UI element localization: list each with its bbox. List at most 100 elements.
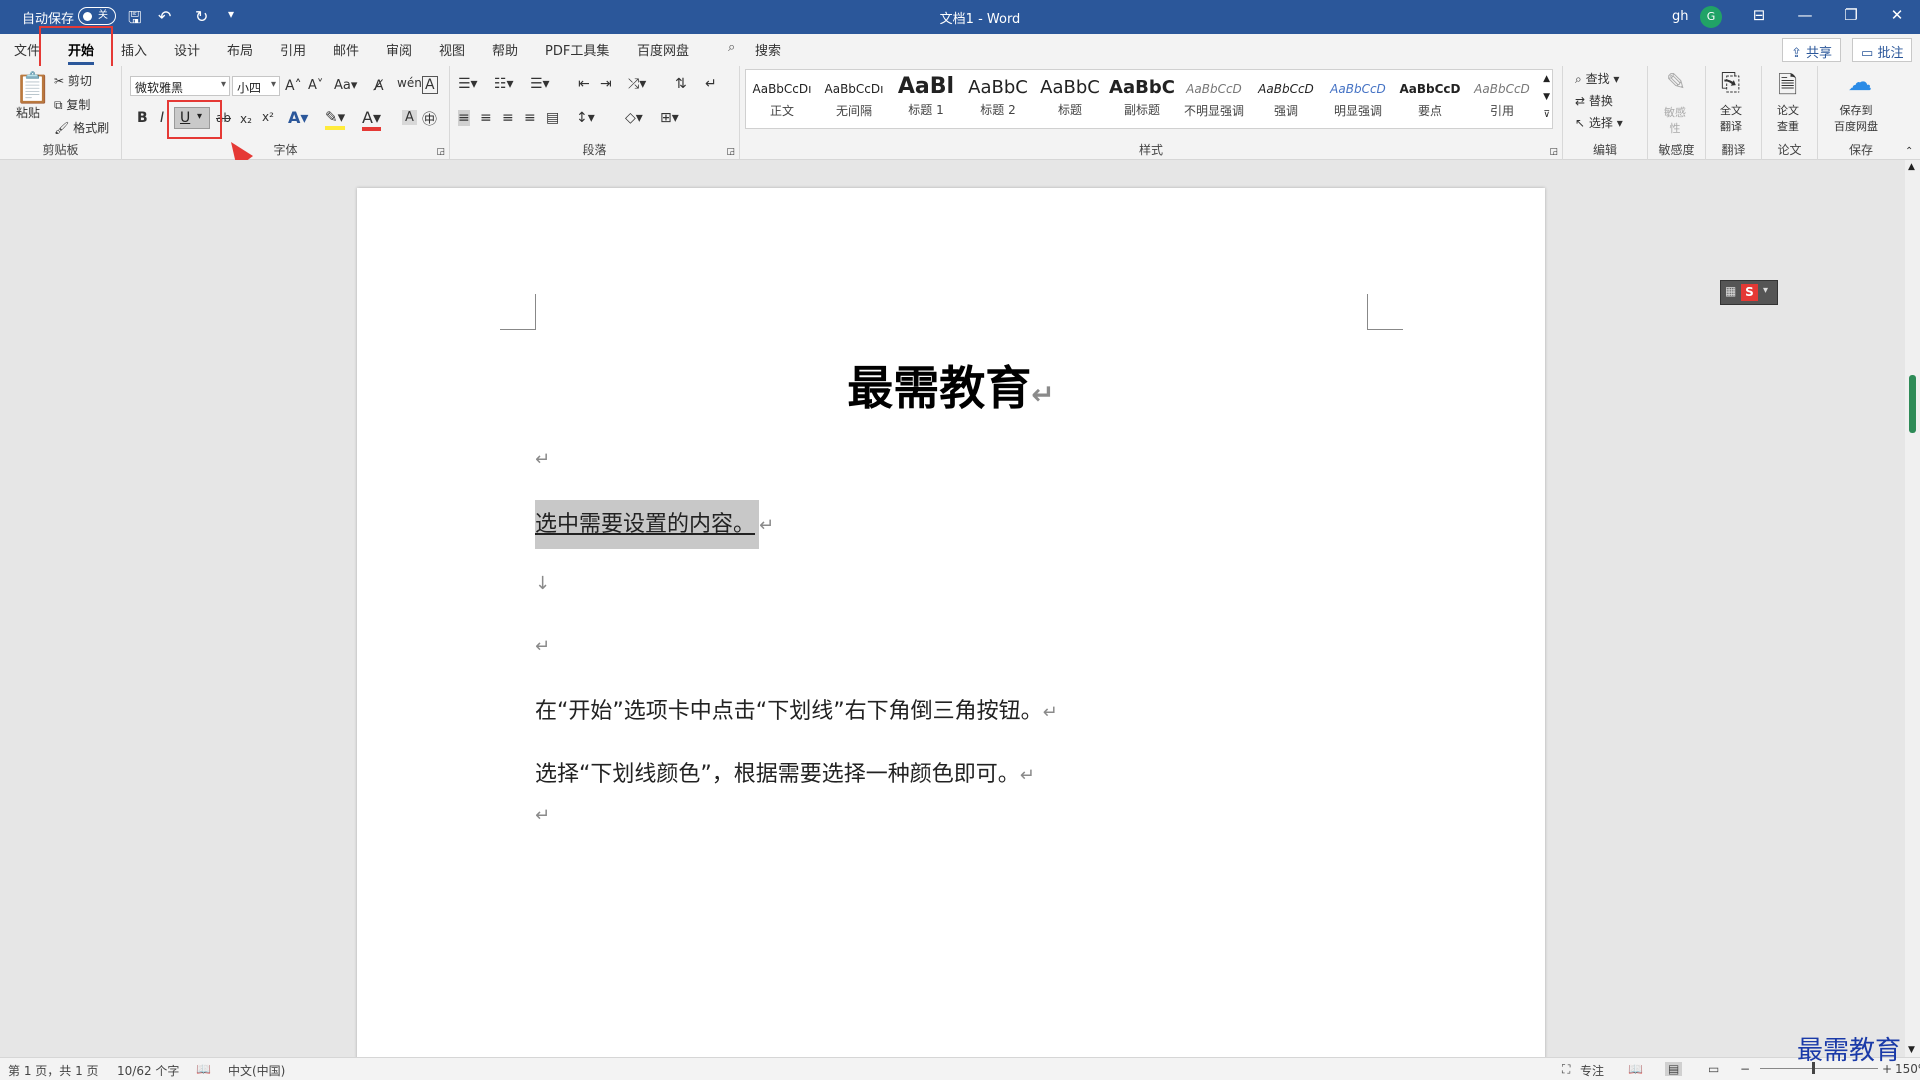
tab-file[interactable]: 文件 <box>14 40 40 59</box>
cut-button[interactable]: ✂ 剪切 <box>54 72 92 89</box>
align-right-icon[interactable]: ≡ <box>502 110 514 126</box>
keyboard-icon[interactable]: ▦ <box>1725 284 1736 298</box>
tab-review[interactable]: 审阅 <box>386 40 412 59</box>
sensitivity-button[interactable]: 敏感 性 <box>1664 104 1686 136</box>
gallery-scroll-up-icon[interactable]: ▲ <box>1543 74 1550 84</box>
style-intense-emphasis[interactable]: AaBbCcD 明显强调 <box>1322 70 1394 126</box>
style-subtle-emphasis[interactable]: AaBbCcD 不明显强调 <box>1178 70 1250 126</box>
close-icon[interactable]: ✕ <box>1882 6 1912 24</box>
document-heading[interactable]: 最需教育↵ <box>357 352 1545 418</box>
collapse-ribbon-icon[interactable]: ⌃ <box>1905 146 1913 157</box>
show-marks-icon[interactable]: ↵ <box>705 76 717 92</box>
instruction-paragraph-1[interactable]: 在“开始”选项卡中点击“下划线”右下角倒三角按钮。↵ <box>535 693 1058 725</box>
sogou-icon[interactable]: S <box>1741 284 1758 301</box>
tab-baidu-netdisk[interactable]: 百度网盘 <box>637 40 689 59</box>
tab-pdf-tools[interactable]: PDF工具集 <box>545 40 609 59</box>
shading-icon[interactable]: ◇▾ <box>625 110 643 126</box>
gallery-more-icon[interactable]: ⊽ <box>1543 110 1550 120</box>
text-effects-icon[interactable]: A▾ <box>288 108 308 127</box>
selected-paragraph[interactable]: 选中需要设置的内容。 ↵ <box>535 500 774 549</box>
align-left-icon[interactable]: ≡ <box>458 110 470 126</box>
enclose-characters-icon[interactable]: ㊥ <box>422 108 437 129</box>
tab-mailings[interactable]: 邮件 <box>333 40 359 59</box>
bold-button[interactable]: B <box>137 110 148 126</box>
shrink-font-icon[interactable]: A˅ <box>308 78 323 93</box>
find-button[interactable]: ⌕ 查找 ▾ <box>1575 70 1619 87</box>
paper-check-button[interactable]: 论文 查重 <box>1777 102 1799 134</box>
selected-text[interactable]: 选中需要设置的内容。 <box>535 500 760 549</box>
chevron-down-icon[interactable]: ▾ <box>1763 285 1768 296</box>
phonetic-guide-icon[interactable]: wén <box>397 76 422 90</box>
translate-icon[interactable]: ⎘ <box>1721 68 1740 96</box>
baidu-cloud-icon[interactable]: ☁ <box>1848 68 1872 96</box>
search-box[interactable]: 搜索 <box>755 40 781 59</box>
style-strong[interactable]: AaBbCcD 要点 <box>1394 70 1466 126</box>
avatar[interactable]: G <box>1700 6 1722 28</box>
empty-paragraph[interactable]: ↵ <box>535 802 550 827</box>
scroll-thumb[interactable] <box>1909 375 1916 433</box>
tab-insert[interactable]: 插入 <box>121 40 147 59</box>
chinese-layout-icon[interactable]: ⤮▾ <box>628 76 646 92</box>
focus-mode[interactable]: 专注 <box>1580 1062 1604 1079</box>
share-button[interactable]: ⇪ 共享 <box>1782 38 1842 62</box>
vertical-scrollbar[interactable]: ▲ ▼ <box>1905 160 1920 1057</box>
word-count[interactable]: 10/62 个字 <box>117 1062 179 1079</box>
select-button[interactable]: ↖ 选择 ▾ <box>1575 114 1623 131</box>
copy-button[interactable]: ⧉ 复制 <box>54 96 90 113</box>
line-break-paragraph[interactable]: ↓ <box>535 570 550 595</box>
subscript-button[interactable]: x₂ <box>240 112 252 126</box>
replace-button[interactable]: ⇄ 替换 <box>1575 92 1613 109</box>
dialog-launcher-icon[interactable]: ◲ <box>726 147 735 157</box>
style-heading-2[interactable]: AaBbC 标题 2 <box>962 70 1034 126</box>
autosave-toggle[interactable]: 关 <box>78 7 116 25</box>
dialog-launcher-icon[interactable]: ◲ <box>436 147 445 157</box>
customize-qat-icon[interactable]: ▾ <box>228 7 234 21</box>
bullets-icon[interactable]: ☰▾ <box>458 76 478 92</box>
style-no-spacing[interactable]: AaBbCcDı 无间隔 <box>818 70 890 126</box>
tab-help[interactable]: 帮助 <box>492 40 518 59</box>
document-page[interactable]: 最需教育↵ ↵ 选中需要设置的内容。 ↵ ↓ ↵ 在“开始”选项卡中点击“下划线”… <box>357 188 1545 1068</box>
comments-button[interactable]: ▭ 批注 <box>1852 38 1913 62</box>
print-layout-icon[interactable]: ▤ <box>1665 1062 1683 1076</box>
redo-icon[interactable]: ↻ <box>195 7 208 26</box>
font-color-icon[interactable]: A▾ <box>362 108 381 131</box>
align-center-icon[interactable]: ≡ <box>480 110 492 126</box>
save-icon[interactable]: 🖫 <box>128 7 142 34</box>
style-normal[interactable]: AaBbCcDı 正文 <box>746 70 818 126</box>
font-name-select[interactable]: 微软雅黑 ▾ <box>130 76 230 96</box>
increase-indent-icon[interactable]: ⇥ <box>600 76 612 92</box>
character-border-icon[interactable]: A <box>422 76 438 94</box>
web-layout-icon[interactable]: ▭ <box>1708 1062 1719 1076</box>
style-quote[interactable]: AaBbCcD 引用 <box>1466 70 1538 126</box>
change-case-icon[interactable]: Aa▾ <box>334 78 357 93</box>
proofing-icon[interactable]: 📖 <box>196 1062 211 1076</box>
tab-design[interactable]: 设计 <box>174 40 200 59</box>
line-spacing-icon[interactable]: ↕▾ <box>576 110 595 126</box>
gallery-scroll-down-icon[interactable]: ▼ <box>1543 92 1550 102</box>
tab-view[interactable]: 视图 <box>439 40 465 59</box>
scroll-up-icon[interactable]: ▲ <box>1908 162 1915 172</box>
borders-icon[interactable]: ⊞▾ <box>660 110 679 126</box>
sensitivity-icon[interactable]: ✎ <box>1666 68 1686 96</box>
tab-references[interactable]: 引用 <box>280 40 306 59</box>
justify-icon[interactable]: ≡ <box>524 110 536 126</box>
ime-toolbar[interactable]: ▦ S ▾ <box>1720 280 1778 305</box>
paste-button[interactable]: 粘贴 <box>16 104 40 121</box>
superscript-button[interactable]: x² <box>262 110 274 124</box>
undo-icon[interactable]: ↶ <box>158 7 171 26</box>
search-icon[interactable]: ⌕ <box>728 40 735 55</box>
scroll-down-icon[interactable]: ▼ <box>1908 1045 1915 1055</box>
style-heading-1[interactable]: AaBl 标题 1 <box>890 70 962 126</box>
full-translate-button[interactable]: 全文 翻译 <box>1720 102 1742 134</box>
zoom-slider[interactable] <box>1760 1068 1878 1069</box>
minimize-icon[interactable]: — <box>1790 6 1820 24</box>
multilevel-list-icon[interactable]: ☰▾ <box>530 76 550 92</box>
italic-button[interactable]: I <box>160 110 164 126</box>
decrease-indent-icon[interactable]: ⇤ <box>578 76 590 92</box>
format-painter-button[interactable]: 🖌 格式刷 <box>54 119 109 136</box>
style-title[interactable]: AaBbC 标题 <box>1034 70 1106 126</box>
dialog-launcher-icon[interactable]: ◲ <box>1549 147 1558 157</box>
language[interactable]: 中文(中国) <box>228 1062 285 1079</box>
character-shading-icon[interactable]: A <box>402 110 417 125</box>
grow-font-icon[interactable]: A˄ <box>285 78 302 94</box>
